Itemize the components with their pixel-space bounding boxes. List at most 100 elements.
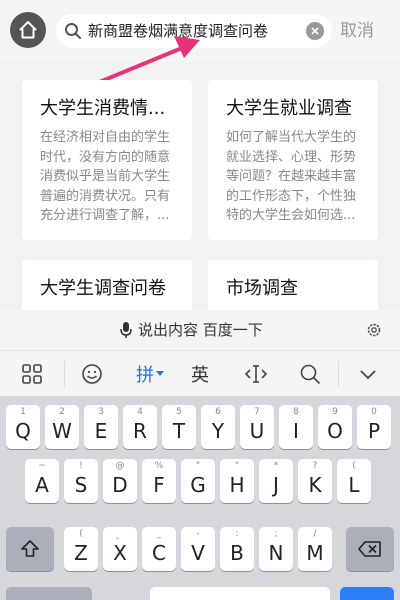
pinyin-mode-button[interactable]: 拼 [128, 351, 172, 397]
key-k[interactable]: ? K [298, 459, 332, 503]
key-d[interactable]: @ D [103, 459, 137, 503]
ime-menu-button[interactable] [12, 351, 52, 397]
backspace-key[interactable] [346, 527, 394, 571]
cursor-button[interactable] [236, 351, 276, 397]
ime-toolbar: 拼 英 [0, 350, 400, 396]
key-letter: G [190, 473, 206, 497]
key-letter: P [367, 419, 381, 443]
key-letter: D [112, 473, 128, 497]
toolbar-divider [338, 361, 339, 387]
card-description: 如何了解当代大学生的就业选择、心理、形势等问题？在越来越丰富的工作形态下，个性独… [226, 130, 357, 223]
key-v[interactable]: -V [181, 527, 215, 571]
key-hint: ! [79, 461, 83, 471]
key-w[interactable]: 2W [45, 405, 79, 449]
key-i[interactable]: 8I [279, 405, 313, 449]
grid-icon [22, 364, 42, 384]
key-letter: K [308, 473, 322, 497]
key-e[interactable]: 3E [84, 405, 118, 449]
key-f[interactable]: % F [142, 459, 176, 503]
key-letter: T [172, 419, 186, 443]
key-letter: N [268, 541, 284, 565]
key-hint: : [235, 529, 239, 539]
toolbar-divider [64, 361, 65, 387]
key-hint: 5 [176, 407, 182, 417]
home-button[interactable] [10, 12, 46, 48]
key-z[interactable]: (Z [64, 527, 98, 571]
key-b[interactable]: :B [220, 527, 254, 571]
key-m[interactable]: / M [298, 527, 332, 571]
english-mode-button[interactable]: 英 [180, 351, 220, 397]
dropdown-caret-icon [156, 371, 164, 376]
key-hint: " [234, 461, 240, 471]
key-hint: 1 [20, 407, 26, 417]
search-key-button[interactable] [290, 351, 330, 397]
key-hint: 7 [254, 407, 260, 417]
key-g[interactable]: " G [181, 459, 215, 503]
key-letter: L [348, 473, 360, 497]
suggestion-card[interactable]: 大学生就业调查 如何了解当代大学生的就业选择、心理、形势等问题？在越来越丰富的工… [208, 80, 378, 240]
key-hint: % [154, 461, 164, 471]
key-j[interactable]: * J [259, 459, 293, 503]
key-u[interactable]: 7U [240, 405, 274, 449]
backspace-icon [358, 541, 381, 557]
key-t[interactable]: 5T [162, 405, 196, 449]
card-title: 大学生消费情... [40, 98, 166, 119]
shift-key[interactable] [6, 527, 54, 571]
english-mode-label: 英 [191, 365, 209, 386]
key-hint: 0 [371, 407, 377, 417]
card-title: 大学生调查问卷 [40, 278, 166, 299]
collapse-keyboard-button[interactable] [348, 351, 388, 397]
key-c[interactable]: _ C [142, 527, 176, 571]
voice-search-bar[interactable]: 说出内容 百度一下 [0, 310, 400, 350]
key-letter: B [230, 541, 244, 565]
key-letter: Y [211, 419, 225, 443]
key-hint: 2 [59, 407, 65, 417]
key-letter: E [94, 419, 108, 443]
key-letter: M [306, 541, 324, 565]
suggestion-card[interactable]: 大学生消费情... 在经济相对自由的学生时代，没有方向的随意消费似乎是当前大学生… [22, 80, 192, 240]
key-letter: J [273, 473, 279, 497]
shift-icon [21, 540, 39, 557]
key-r[interactable]: 4R [123, 405, 157, 449]
key-letter: H [229, 473, 245, 497]
home-icon [19, 21, 37, 39]
key-p[interactable]: 0P [357, 405, 391, 449]
key-letter: Q [15, 419, 31, 443]
key-o[interactable]: 9O [318, 405, 352, 449]
key-hint: ~ [38, 461, 46, 471]
emoji-button[interactable] [72, 351, 112, 397]
key-n[interactable]: ; N [259, 527, 293, 571]
microphone-icon [120, 322, 132, 338]
voice-search-button[interactable]: 说出内容 百度一下 [120, 310, 263, 350]
key-letter: A [35, 473, 49, 497]
cancel-button[interactable]: 取消 [340, 14, 374, 48]
enter-key[interactable] [340, 587, 394, 600]
space-key[interactable] [150, 587, 330, 600]
bottom-left-key[interactable] [6, 587, 92, 600]
emoji-icon [82, 364, 102, 384]
clear-search-button[interactable] [306, 22, 324, 40]
close-icon [311, 27, 319, 35]
key-q[interactable]: 1Q [6, 405, 40, 449]
key-l[interactable]: (L [337, 459, 371, 503]
key-hint: 8 [293, 407, 299, 417]
gear-icon[interactable] [366, 322, 382, 338]
card-title: 市场调查 [226, 278, 298, 299]
key-a[interactable]: ~ A [25, 459, 59, 503]
key-x[interactable]: 、 X [103, 527, 137, 571]
key-letter: U [249, 419, 265, 443]
text-cursor-icon [244, 365, 268, 383]
key-y[interactable]: 6Y [201, 405, 235, 449]
key-letter: V [191, 541, 205, 565]
voice-search-label: 说出内容 百度一下 [138, 321, 263, 339]
key-letter: W [52, 419, 72, 443]
key-hint: ( [79, 529, 83, 539]
pinyin-mode-label: 拼 [136, 365, 154, 386]
key-letter: Z [74, 541, 88, 565]
key-hint: 6 [215, 407, 221, 417]
key-letter: C [152, 541, 166, 565]
key-h[interactable]: " H [220, 459, 254, 503]
key-hint: / [313, 529, 317, 539]
key-hint: @ [115, 461, 125, 471]
key-s[interactable]: ! S [64, 459, 98, 503]
